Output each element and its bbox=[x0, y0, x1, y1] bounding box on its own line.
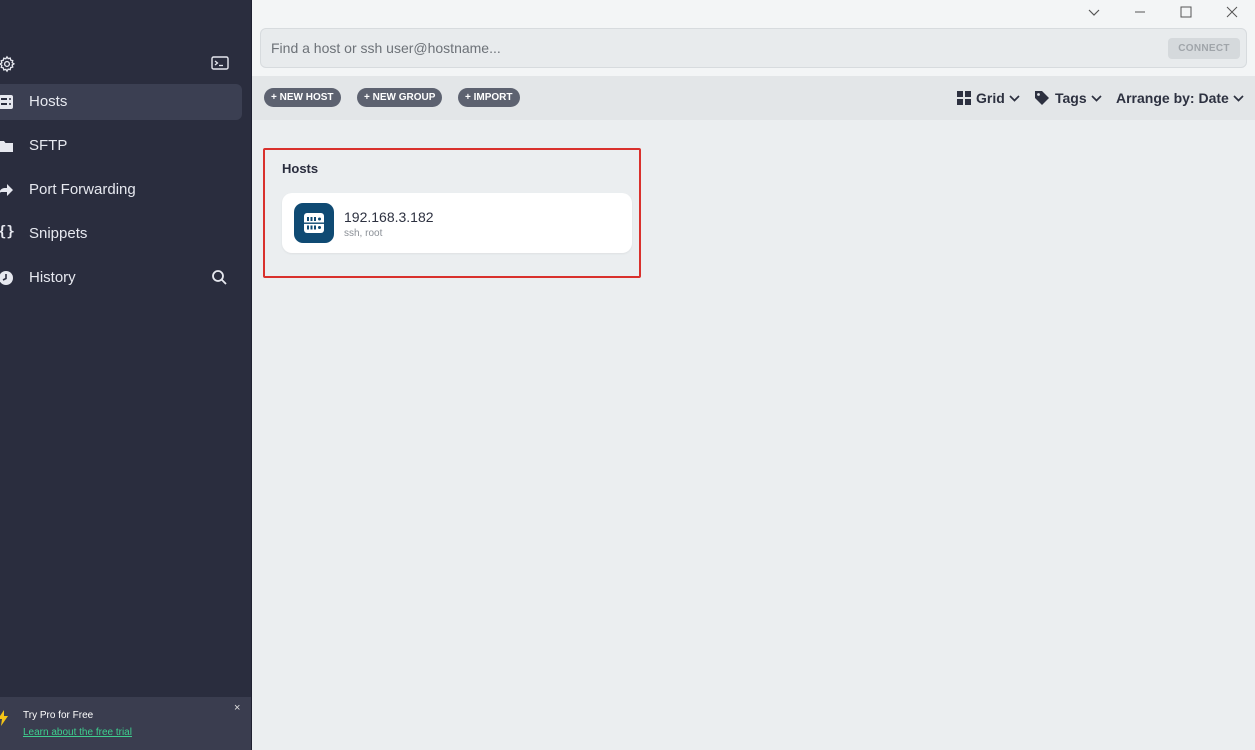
clock-icon bbox=[0, 270, 14, 286]
import-button[interactable]: + IMPORT bbox=[458, 88, 520, 107]
new-host-button[interactable]: + NEW HOST bbox=[264, 88, 341, 107]
sidebar-item-snippets[interactable]: {} Snippets bbox=[0, 216, 242, 252]
arrange-by-label: Arrange by: Date bbox=[1116, 90, 1229, 106]
chevron-down-icon bbox=[1009, 95, 1020, 102]
sidebar-item-label: Hosts bbox=[29, 93, 68, 110]
sidebar: Hosts SFTP Port Forwarding {} Snippets H… bbox=[0, 0, 251, 750]
free-trial-link[interactable]: Learn about the free trial bbox=[23, 727, 132, 738]
minimize-icon[interactable] bbox=[1130, 2, 1150, 22]
hosts-icon bbox=[0, 94, 14, 110]
search-icon[interactable] bbox=[211, 269, 228, 286]
sidebar-item-label: SFTP bbox=[29, 137, 68, 154]
sidebar-item-label: Snippets bbox=[29, 225, 88, 242]
tags-dropdown[interactable]: Tags bbox=[1034, 88, 1102, 108]
promo-title: Try Pro for Free bbox=[23, 710, 94, 721]
sidebar-item-hosts[interactable]: Hosts bbox=[0, 84, 242, 120]
new-group-button[interactable]: + NEW GROUP bbox=[357, 88, 443, 107]
chevron-down-icon[interactable] bbox=[1084, 2, 1104, 22]
search-bar: CONNECT bbox=[260, 28, 1247, 68]
terminal-icon[interactable] bbox=[211, 55, 229, 73]
sidebar-item-label: Port Forwarding bbox=[29, 181, 136, 198]
close-icon[interactable] bbox=[1222, 2, 1242, 22]
port-forwarding-icon bbox=[0, 182, 14, 198]
arrange-by-dropdown[interactable]: Arrange by: Date bbox=[1116, 88, 1244, 108]
tag-icon bbox=[1035, 91, 1049, 105]
lightning-icon bbox=[0, 710, 8, 731]
connect-button[interactable]: CONNECT bbox=[1168, 38, 1240, 59]
chevron-down-icon bbox=[1091, 95, 1102, 102]
view-mode-dropdown[interactable]: Grid bbox=[957, 88, 1020, 108]
promo-close-icon[interactable]: × bbox=[234, 702, 240, 714]
search-input[interactable] bbox=[271, 29, 1151, 67]
settings-gear-icon[interactable] bbox=[0, 55, 16, 73]
grid-icon bbox=[957, 91, 971, 105]
highlight-box bbox=[263, 148, 641, 278]
tags-label: Tags bbox=[1055, 90, 1087, 106]
pro-promo-banner bbox=[0, 697, 251, 750]
chevron-down-icon bbox=[1233, 95, 1244, 102]
sidebar-item-port-forwarding[interactable]: Port Forwarding bbox=[0, 172, 242, 208]
maximize-icon[interactable] bbox=[1176, 2, 1196, 22]
sidebar-item-history[interactable]: History bbox=[0, 260, 242, 296]
folder-icon bbox=[0, 138, 14, 154]
sidebar-item-sftp[interactable]: SFTP bbox=[0, 128, 242, 164]
braces-icon: {} bbox=[0, 224, 15, 240]
view-mode-label: Grid bbox=[976, 90, 1005, 106]
sidebar-item-label: History bbox=[29, 269, 76, 286]
